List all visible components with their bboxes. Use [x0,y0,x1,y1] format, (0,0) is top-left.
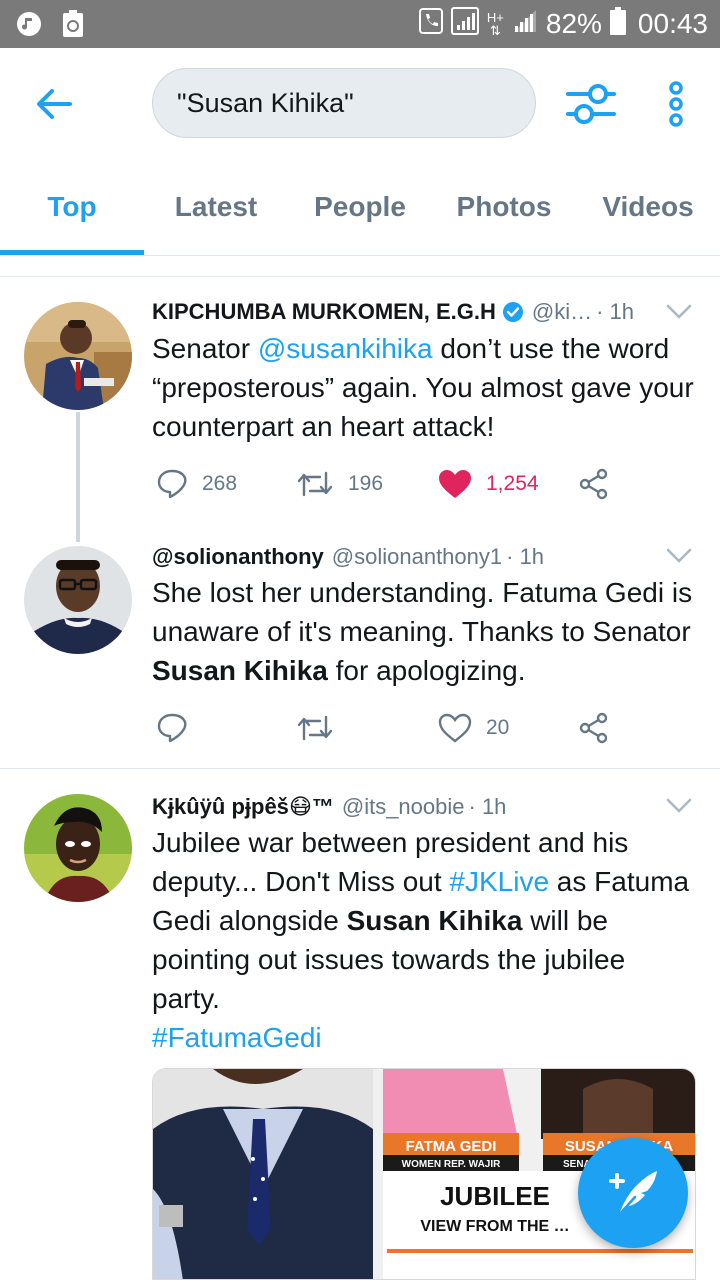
tweet-actions: 20 [152,708,632,748]
tab-photos[interactable]: Photos [432,158,576,255]
hashtag-link[interactable]: #JKLive [449,866,549,897]
like-count: 1,254 [486,472,539,495]
retweet-button[interactable]: 196 [296,464,383,504]
status-bar: H+ ⇅ 82% 00:43 [0,0,720,48]
author-name[interactable]: @solionanthony [152,544,324,570]
avatar[interactable] [24,546,132,654]
tweet-text: She lost her understanding. Fatuma Gedi … [152,577,693,686]
media-label-1: FATMA GEDI [406,1138,497,1155]
retweet-button[interactable] [296,708,348,748]
media-sub-1: WOMEN REP. WAJIR [402,1159,501,1170]
tab-latest[interactable]: Latest [144,158,288,255]
verified-badge-icon [502,301,524,323]
retweet-icon [297,715,333,741]
filter-icon[interactable] [566,82,616,126]
like-count: 20 [486,716,510,739]
tweet-header: @solionanthony @solionanthony1 · 1h [152,540,690,574]
tweet-time: · 1h [506,544,545,569]
music-icon [14,9,44,39]
author-name[interactable]: KIPCHUMBA MURKOMEN, E.G.H [152,299,496,325]
divider [0,768,720,769]
battery-percent: 82% [545,8,602,39]
mention-link[interactable]: @susankihika [258,333,433,364]
search-tabs: Top Latest People Photos Videos [0,158,720,256]
heart-filled-icon [439,470,471,498]
author-name[interactable]: Kɉkûÿû pɉpêš😷™ [152,794,334,820]
avatar[interactable] [24,302,132,410]
tweet-actions: 268 196 1,254 [152,464,632,504]
chevron-down-icon[interactable] [666,798,692,814]
share-icon [579,468,608,500]
media-subheadline: VIEW FROM THE … [420,1218,569,1235]
reply-count: 268 [202,472,238,495]
compose-tweet-button[interactable] [578,1138,688,1248]
heart-outline-icon [438,713,472,743]
search-query: "Susan Kihika" [177,87,354,118]
chevron-down-icon[interactable] [666,304,692,320]
tweet-header: KIPCHUMBA MURKOMEN, E.G.H @ki… · 1h [152,295,690,329]
tab-top[interactable]: Top [0,158,144,255]
search-input[interactable]: "Susan Kihika" [152,68,536,138]
share-icon [579,712,608,744]
share-button[interactable] [578,464,610,504]
call-icon [418,7,443,41]
media-headline: JUBILEE [440,1181,550,1211]
tweet-text: Senator @susankihika don’t use the word … [152,333,694,442]
retweet-count: 196 [348,472,384,495]
signal-icon [512,8,538,41]
author-handle: @its_noobie [341,794,465,819]
reply-button[interactable]: 268 [156,464,237,504]
more-options-icon[interactable] [664,80,688,128]
signal-box-icon [450,6,479,42]
tweet-text: Jubilee war between president and his de… [152,827,690,1053]
tweet-time: · 1h [596,299,635,324]
tab-people[interactable]: People [288,158,432,255]
network-type-icon: H+ ⇅ [486,10,504,38]
retweet-icon [297,471,333,497]
like-button[interactable]: 1,254 [438,464,539,504]
reply-icon [157,469,187,499]
divider [0,276,720,277]
avatar[interactable] [24,794,132,902]
back-arrow-icon[interactable] [34,84,74,124]
thread-line [76,412,80,542]
author-handle: @ki… [531,299,593,324]
compose-quill-icon [609,1171,657,1217]
tab-videos[interactable]: Videos [576,158,720,255]
hashtag-link[interactable]: #FatumaGedi [152,1022,322,1053]
tweet-time: · 1h [468,794,507,819]
like-button[interactable]: 20 [438,708,509,748]
battery-icon [609,6,626,42]
chevron-down-icon[interactable] [666,548,692,564]
reply-button[interactable] [156,708,202,748]
clock: 00:43 [637,8,708,39]
author-handle: @solionanthony1 [331,544,503,569]
share-button[interactable] [578,708,610,748]
reply-icon [157,713,187,743]
recycle-icon [58,9,88,39]
app-bar: "Susan Kihika" [0,48,720,158]
tweet-header: Kɉkûÿû pɉpêš😷™ @its_noobie · 1h [152,790,690,824]
